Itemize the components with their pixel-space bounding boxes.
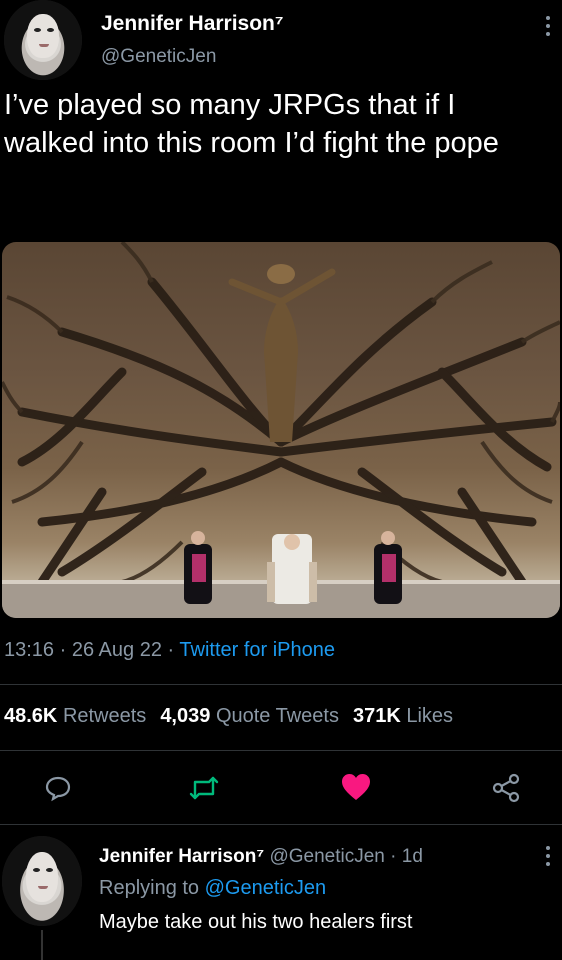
- replying-prefix: Replying to: [99, 877, 200, 899]
- avatar-face: [27, 14, 59, 59]
- meta-separator: ·: [167, 639, 175, 661]
- meta-separator: ·: [59, 639, 67, 661]
- avatar-eye-right: [46, 868, 53, 872]
- reply-author-handle[interactable]: @GeneticJen: [269, 846, 384, 867]
- more-options-icon[interactable]: [546, 16, 550, 36]
- likes-label: Likes: [406, 705, 454, 727]
- retweets-count: 48.6K: [4, 705, 58, 727]
- author-handle[interactable]: @GeneticJen: [101, 46, 216, 68]
- share-icon[interactable]: [490, 772, 522, 809]
- avatar-eye-left: [34, 28, 41, 32]
- likes-stat[interactable]: 371K Likes: [353, 705, 453, 727]
- replying-mention-link[interactable]: @GeneticJen: [205, 877, 326, 899]
- quotes-label: Quote Tweets: [215, 705, 339, 727]
- tweet-date: 26 Aug 22: [71, 639, 162, 661]
- reply-author-name[interactable]: Jennifer Harrison⁷: [99, 846, 264, 867]
- quotes-count: 4,039: [160, 705, 211, 727]
- reply-author-avatar[interactable]: [2, 836, 82, 926]
- heart-icon[interactable]: [340, 772, 372, 807]
- tweet-stats: 48.6K Retweets 4,039 Quote Tweets 371K Lik…: [4, 705, 453, 728]
- author-name[interactable]: Jennifer Harrison⁷: [101, 12, 284, 36]
- reply-more-options-icon[interactable]: [546, 846, 550, 866]
- reply-icon[interactable]: [44, 774, 72, 807]
- avatar-eye-left: [33, 868, 40, 872]
- avatar-mouth: [39, 44, 49, 47]
- retweet-icon[interactable]: [188, 774, 220, 807]
- tweet-image[interactable]: [2, 242, 560, 618]
- thread-line: [41, 930, 43, 960]
- avatar-face: [26, 852, 58, 902]
- reply-separator: ·: [390, 846, 397, 867]
- retweets-stat[interactable]: 48.6K Retweets: [4, 705, 146, 727]
- divider: [0, 684, 562, 685]
- reply-header: Jennifer Harrison⁷ @GeneticJen · 1d: [99, 846, 423, 868]
- divider: [0, 750, 562, 751]
- quotes-stat[interactable]: 4,039 Quote Tweets: [160, 705, 339, 727]
- divider: [0, 824, 562, 825]
- tweet-meta: 13:16 · 26 Aug 22 · Twitter for iPhone: [4, 639, 335, 662]
- tweet-source-link[interactable]: Twitter for iPhone: [179, 639, 335, 661]
- replying-to: Replying to @GeneticJen: [99, 877, 326, 900]
- author-avatar[interactable]: [4, 0, 82, 80]
- reply-age: 1d: [401, 846, 423, 867]
- reply-text: Maybe take out his two healers first: [99, 911, 413, 933]
- image-illustration: [2, 242, 560, 618]
- avatar-eye-right: [47, 28, 54, 32]
- likes-count: 371K: [352, 705, 401, 727]
- retweets-label: Retweets: [62, 705, 147, 727]
- tweet-time: 13:16: [4, 639, 55, 661]
- tweet-text: I’ve played so many JRPGs that if I walk…: [4, 89, 499, 159]
- avatar-mouth: [38, 886, 48, 889]
